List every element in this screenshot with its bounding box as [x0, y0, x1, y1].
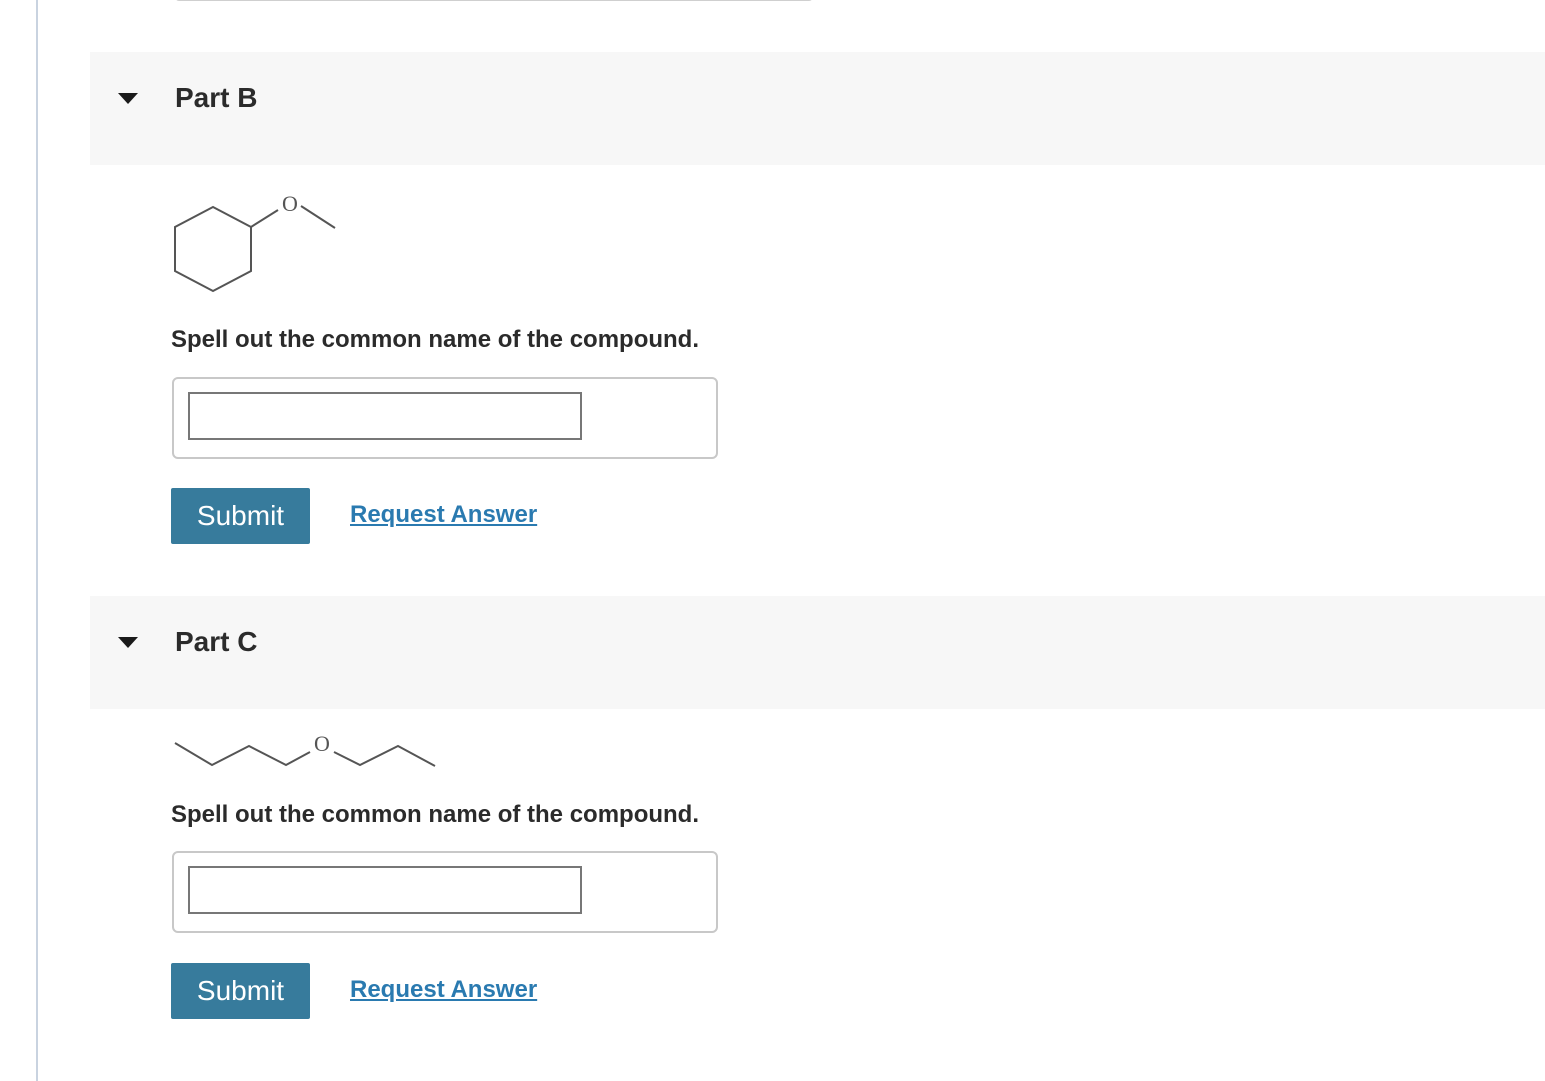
part-b-answer-box — [172, 377, 718, 459]
cyclohexyl-methyl-ether-structure-icon: O — [174, 191, 336, 293]
part-c-header[interactable]: Part C — [90, 596, 1545, 709]
part-c-answer-box — [172, 851, 718, 933]
part-c-answer-input[interactable] — [188, 866, 582, 914]
part-b-title: Part B — [175, 82, 258, 113]
part-b-answer-input[interactable] — [188, 392, 582, 440]
part-b-request-answer-link[interactable]: Request Answer — [350, 501, 537, 529]
part-b-question: Spell out the common name of the compoun… — [171, 326, 700, 353]
part-b-header[interactable]: Part B — [90, 52, 1545, 165]
previous-answer-box-edge — [175, 0, 813, 1]
left-border-rule — [36, 0, 38, 1081]
part-b-submit-button[interactable]: Submit — [171, 488, 310, 544]
oxygen-label: O — [282, 191, 298, 216]
part-c-request-answer-link[interactable]: Request Answer — [350, 976, 537, 1004]
collapse-caret-icon[interactable] — [118, 93, 138, 104]
part-c-title: Part C — [175, 626, 258, 657]
part-c-question: Spell out the common name of the compoun… — [171, 801, 700, 828]
part-c-submit-button[interactable]: Submit — [171, 963, 310, 1019]
butyl-propyl-ether-structure-icon: O — [174, 731, 436, 767]
oxygen-label: O — [314, 731, 330, 756]
collapse-caret-icon[interactable] — [118, 637, 138, 648]
page: Part B O Spell out the common name of th… — [0, 0, 1545, 1081]
